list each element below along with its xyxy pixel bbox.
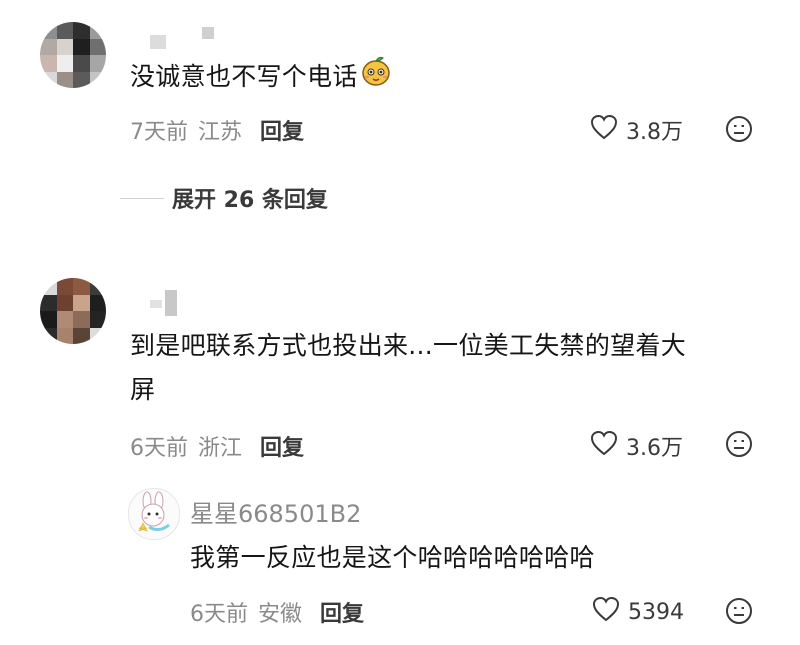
heart-icon xyxy=(592,596,620,628)
comment-meta: 6天前 浙江 回复 xyxy=(130,430,304,462)
username-redacted[interactable] xyxy=(150,35,166,49)
comment-location: 江苏 xyxy=(198,120,243,145)
reply-username[interactable]: 星星668501B2 xyxy=(190,494,361,529)
username-redacted[interactable] xyxy=(165,290,177,316)
emoji-react-icon[interactable] xyxy=(725,430,753,462)
like-button[interactable]: 3.8万 xyxy=(590,114,683,146)
avatar[interactable] xyxy=(40,22,106,88)
like-button[interactable]: 5394 xyxy=(592,596,684,628)
comment-text: 到是吧联系方式也投出来...一位美工失禁的望着大 屏 xyxy=(130,331,687,404)
like-count: 3.6万 xyxy=(626,436,683,461)
like-button[interactable]: 3.6万 xyxy=(590,430,683,462)
reply-button[interactable]: 回复 xyxy=(260,114,304,146)
reply-location: 安徽 xyxy=(258,602,303,627)
reply-meta: 6天前 安徽 回复 xyxy=(190,596,364,628)
comment-1: 没诚意也不写个电话 7天前 江苏 回复 3.8万 展开 26 条回复 xyxy=(0,0,800,230)
username-redacted-2 xyxy=(150,300,162,308)
username-redacted-2 xyxy=(202,27,214,39)
reply-text: 我第一反应也是这个哈哈哈哈哈哈哈 xyxy=(190,543,595,572)
comment-time: 6天前 xyxy=(130,436,188,461)
reply-button[interactable]: 回复 xyxy=(320,596,364,628)
divider xyxy=(120,197,164,199)
like-count: 5394 xyxy=(628,599,684,625)
heart-icon xyxy=(590,114,618,146)
reply-avatar[interactable] xyxy=(128,488,180,540)
cartoon-rabbit-icon xyxy=(138,491,170,532)
avatar[interactable] xyxy=(40,278,106,344)
reply-time: 6天前 xyxy=(190,602,248,627)
expand-replies-button[interactable]: 展开 26 条回复 xyxy=(120,182,328,214)
reply-button[interactable]: 回复 xyxy=(260,430,304,462)
heart-icon xyxy=(590,430,618,462)
comment-location: 浙江 xyxy=(198,436,243,461)
emoji-react-icon[interactable] xyxy=(725,597,753,629)
mango-emoji-icon xyxy=(360,55,392,101)
comment-time: 7天前 xyxy=(130,120,188,145)
like-count: 3.8万 xyxy=(626,120,683,145)
emoji-react-icon[interactable] xyxy=(725,115,753,147)
comment-text: 没诚意也不写个电话 xyxy=(130,55,392,101)
comment-meta: 7天前 江苏 回复 xyxy=(130,114,304,146)
